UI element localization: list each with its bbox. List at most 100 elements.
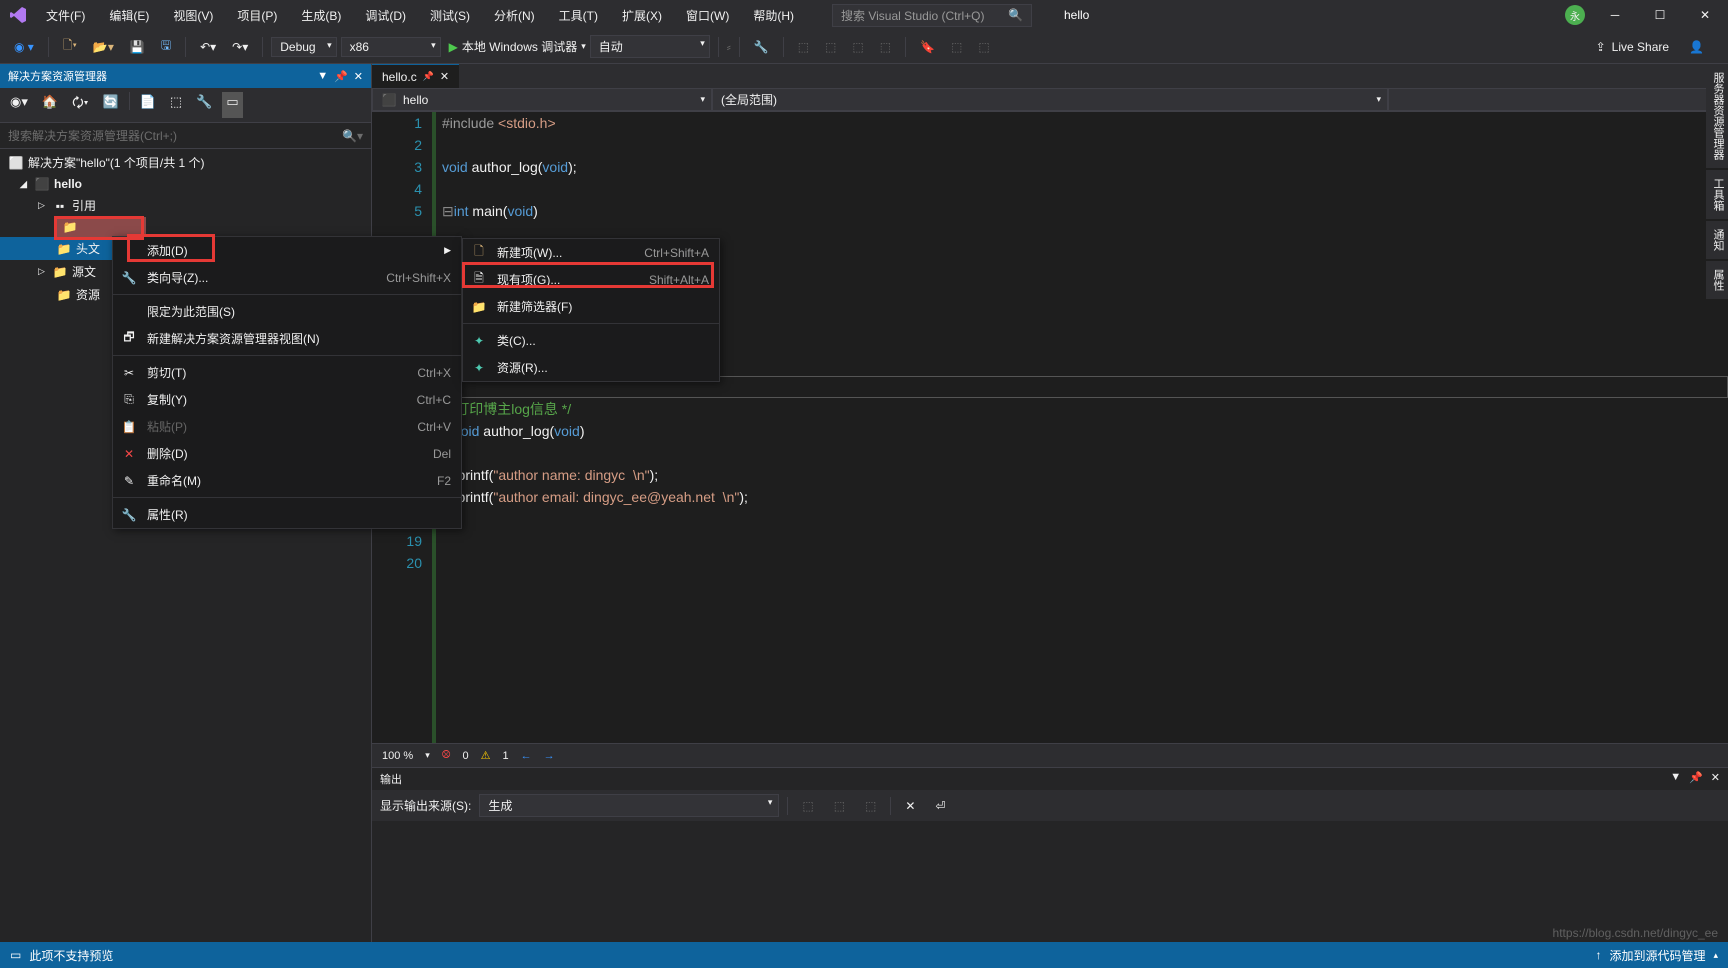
save-icon[interactable]: 💾 <box>124 37 151 57</box>
cm-existing-item[interactable]: 🗎 现有项(G)... Shift+Alt+A <box>463 266 719 293</box>
panel-pin-icon[interactable]: 📌 <box>334 70 348 83</box>
menu-file[interactable]: 文件(F) <box>40 3 91 28</box>
vtab-toolbox[interactable]: 工具箱 <box>1706 170 1728 219</box>
show-all-icon[interactable]: 📄 <box>136 92 160 118</box>
collapse-icon[interactable]: ◉▾ <box>6 92 32 118</box>
zoom-level[interactable]: 100 % <box>382 750 413 762</box>
cm-copy[interactable]: ⎘ 复制(Y) Ctrl+C <box>113 386 461 413</box>
undo-icon[interactable]: ↶▾ <box>194 37 222 57</box>
cm-class[interactable]: ✦ 类(C)... <box>463 327 719 354</box>
cm-class-wizard[interactable]: 🔧 类向导(Z)... Ctrl+Shift+X <box>113 264 461 291</box>
cm-delete[interactable]: ✕ 删除(D) Del <box>113 440 461 467</box>
props-icon[interactable]: 🔧 <box>192 92 216 118</box>
nav-back-icon[interactable]: ◉ ▾ <box>8 37 40 57</box>
solution-search-input[interactable]: 搜索解决方案资源管理器(Ctrl+;) 🔍▾ <box>0 123 371 149</box>
clear-icon[interactable]: ✕ <box>899 796 921 816</box>
pin-icon[interactable]: 📌 <box>423 71 434 82</box>
tb-icon-1[interactable]: 🔧 <box>748 37 775 57</box>
menu-analyze[interactable]: 分析(N) <box>488 3 541 28</box>
code-editor[interactable]: 1 2 3 4 5 17 18 19 20 #include <stdio.h>… <box>372 112 1728 743</box>
vtab-notifications[interactable]: 通知 <box>1706 221 1728 259</box>
zoom-dropdown-icon[interactable]: ▾ <box>425 750 430 761</box>
output-icon-1[interactable]: ⬚ <box>796 796 819 816</box>
menu-help[interactable]: 帮助(H) <box>747 3 800 28</box>
nav-scope-dropdown[interactable]: ⬛ hello <box>372 88 712 111</box>
cm-properties[interactable]: 🔧 属性(R) <box>113 501 461 528</box>
debugger-label[interactable]: 本地 Windows 调试器 <box>462 38 577 55</box>
cm-new-item[interactable]: 🗋 新建项(W)... Ctrl+Shift+A <box>463 239 719 266</box>
tb-icon-7[interactable]: ⬚ <box>972 37 995 57</box>
cm-cut[interactable]: ✂ 剪切(T) Ctrl+X <box>113 359 461 386</box>
collapse-arrow-icon[interactable]: ◢ <box>20 179 30 190</box>
home-icon[interactable]: 🏠 <box>38 92 62 118</box>
panel-dropdown-icon[interactable]: ▼ <box>1670 771 1681 787</box>
menu-tools[interactable]: 工具(T) <box>553 3 604 28</box>
tb-icon-2[interactable]: ⬚ <box>792 37 815 57</box>
redo-icon[interactable]: ↷▾ <box>226 37 254 57</box>
file-tab[interactable]: hello.c 📌 ✕ <box>372 64 459 88</box>
source-control-label[interactable]: 添加到源代码管理 <box>1609 947 1705 964</box>
close-tab-icon[interactable]: ✕ <box>440 70 449 83</box>
panel-pin-icon[interactable]: 📌 <box>1689 771 1703 787</box>
tree-references[interactable]: ▷ ▪▪ 引用 <box>0 194 371 217</box>
config-dropdown[interactable]: Debug <box>271 37 336 57</box>
open-icon[interactable]: 📂▾ <box>87 37 120 57</box>
menu-build[interactable]: 生成(B) <box>295 3 347 28</box>
mode-dropdown[interactable]: 自动 <box>590 35 710 58</box>
new-project-icon[interactable]: 🗋▾ <box>57 33 83 60</box>
close-button[interactable]: ✕ <box>1690 5 1720 25</box>
menu-edit[interactable]: 编辑(E) <box>103 3 155 28</box>
tb-icon-5[interactable]: ⬚ <box>874 37 897 57</box>
output-icon-2[interactable]: ⬚ <box>828 796 851 816</box>
next-nav-icon[interactable]: → <box>544 750 555 762</box>
error-icon[interactable]: ⮾ <box>442 749 451 762</box>
tree-solution-root[interactable]: ⬜ 解决方案"hello"(1 个项目/共 1 个) <box>0 151 371 174</box>
nav-member-dropdown[interactable]: (全局范围) <box>712 88 1388 111</box>
refresh-icon[interactable]: 🔄 <box>98 92 122 118</box>
prev-nav-icon[interactable]: ← <box>521 750 532 762</box>
maximize-button[interactable]: ☐ <box>1645 5 1675 25</box>
expand-arrow-icon[interactable]: ▷ <box>38 266 48 277</box>
account-icon[interactable]: 👤 <box>1683 37 1710 57</box>
up-arrow-icon[interactable]: ↑ <box>1595 948 1601 962</box>
cm-add[interactable]: 添加(D) ▶ <box>113 237 461 264</box>
menu-debug[interactable]: 调试(D) <box>359 3 412 28</box>
tb-icon-3[interactable]: ⬚ <box>819 37 842 57</box>
vtab-properties[interactable]: 属性 <box>1706 261 1728 299</box>
panel-close-icon[interactable]: ✕ <box>354 70 363 83</box>
tree-ext-deps[interactable]: 📁 <box>56 217 146 237</box>
menu-test[interactable]: 测试(S) <box>424 3 476 28</box>
preview-icon[interactable]: ▭ <box>222 92 242 118</box>
panel-close-icon[interactable]: ✕ <box>1711 771 1720 787</box>
platform-dropdown[interactable]: x86 <box>341 37 441 57</box>
cm-rename[interactable]: ✎ 重命名(M) F2 <box>113 467 461 494</box>
live-share-button[interactable]: Live Share <box>1612 40 1669 54</box>
cm-new-filter[interactable]: 📁 新建筛选器(F) <box>463 293 719 320</box>
menu-extensions[interactable]: 扩展(X) <box>616 3 668 28</box>
sync-icon[interactable]: 🗘▾ <box>68 92 92 118</box>
code-content[interactable]: #include <stdio.h> void author_log(void)… <box>432 112 1728 743</box>
tree-project[interactable]: ◢ ⬛ hello <box>0 174 371 194</box>
expand-arrow-icon[interactable]: ▷ <box>38 200 48 211</box>
nav-function-dropdown[interactable] <box>1388 88 1728 111</box>
warning-icon[interactable]: ⚠ <box>481 749 491 762</box>
menu-view[interactable]: 视图(V) <box>167 3 219 28</box>
panel-dropdown-icon[interactable]: ▼ <box>317 70 328 83</box>
minimize-button[interactable]: ─ <box>1600 5 1630 25</box>
play-icon[interactable]: ▶ <box>449 40 458 54</box>
vtab-server-explorer[interactable]: 服务器资源管理器 <box>1706 64 1728 168</box>
search-input[interactable]: 搜索 Visual Studio (Ctrl+Q) 🔍 <box>832 4 1032 27</box>
output-content[interactable] <box>372 821 1728 942</box>
output-icon-3[interactable]: ⬚ <box>859 796 882 816</box>
tb-icon-6[interactable]: ⬚ <box>945 37 968 57</box>
tb-icon-4[interactable]: ⬚ <box>846 37 869 57</box>
menu-project[interactable]: 项目(P) <box>231 3 283 28</box>
tb-icon[interactable]: ⬚ <box>166 92 186 118</box>
cm-scope[interactable]: 限定为此范围(S) <box>113 298 461 325</box>
cm-new-view[interactable]: 🗗 新建解决方案资源管理器视图(N) <box>113 325 461 352</box>
cm-resource[interactable]: ✦ 资源(R)... <box>463 354 719 381</box>
bookmark-icon[interactable]: 🔖 <box>914 37 941 57</box>
menu-window[interactable]: 窗口(W) <box>680 3 735 28</box>
user-avatar[interactable]: 永 <box>1565 5 1585 25</box>
output-source-dropdown[interactable]: 生成 <box>479 794 779 817</box>
